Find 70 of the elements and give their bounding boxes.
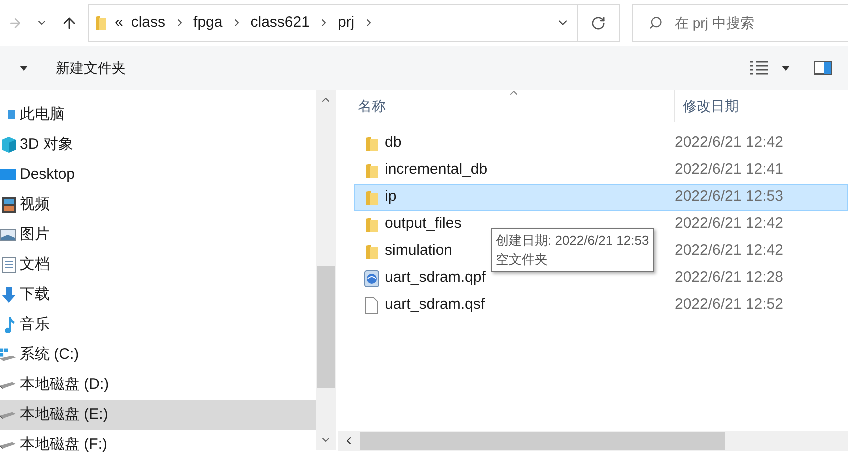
folder-icon bbox=[365, 190, 379, 206]
address-bar[interactable]: « class fpga class621 prj bbox=[88, 4, 620, 42]
modified-date: 2022/6/21 12:42 bbox=[675, 241, 784, 262]
desktop-icon bbox=[0, 168, 16, 182]
picture-icon bbox=[0, 229, 16, 241]
breadcrumb[interactable]: fpga bbox=[194, 12, 223, 34]
file-name: output_files bbox=[385, 214, 462, 234]
sidebar-item[interactable]: 此电脑 bbox=[0, 100, 316, 130]
sidebar-item[interactable]: 音乐 bbox=[0, 310, 316, 340]
search-field[interactable]: 在 prj 中搜索 bbox=[675, 12, 825, 34]
search-box[interactable]: 在 prj 中搜索 bbox=[632, 4, 848, 42]
scrollbar-thumb[interactable] bbox=[317, 266, 335, 388]
vertical-scrollbar[interactable] bbox=[316, 90, 336, 450]
file-name: simulation bbox=[385, 241, 453, 262]
scrollbar-thumb[interactable] bbox=[360, 432, 725, 450]
music-note-icon bbox=[4, 317, 16, 333]
file-name: uart_sdram.qpf bbox=[385, 268, 486, 288]
selected-file-row[interactable]: ip 2022/6/21 12:53 bbox=[354, 184, 848, 211]
folder-icon bbox=[365, 162, 379, 178]
details-view-icon bbox=[750, 61, 768, 75]
download-icon bbox=[2, 287, 16, 303]
drive-icon bbox=[0, 440, 16, 450]
sidebar-item[interactable]: 本地磁盘 (D:) bbox=[0, 370, 316, 400]
modified-date: 2022/6/21 12:42 bbox=[675, 133, 784, 154]
cube-icon bbox=[2, 137, 16, 153]
sidebar-item[interactable]: 图片 bbox=[0, 220, 316, 250]
arrow-right-icon bbox=[8, 16, 22, 30]
modified-date: 2022/6/21 12:41 bbox=[675, 160, 784, 180]
file-name: ip bbox=[385, 187, 397, 208]
file-name: incremental_db bbox=[385, 160, 488, 180]
sidebar-item[interactable]: 系统 (C:) bbox=[0, 340, 316, 370]
refresh-icon bbox=[591, 16, 606, 30]
caret-icon bbox=[782, 66, 790, 70]
column-header[interactable]: 修改日期 bbox=[674, 90, 848, 122]
file-name: db bbox=[385, 133, 402, 154]
tooltip-text: 空文件夹 bbox=[496, 251, 549, 269]
sidebar-item[interactable]: 3D 对象 bbox=[0, 130, 316, 160]
sidebar-item[interactable]: 视频 bbox=[0, 190, 316, 220]
breadcrumb[interactable]: prj bbox=[338, 12, 355, 34]
drive-icon bbox=[0, 410, 16, 420]
file-name: uart_sdram.qsf bbox=[385, 295, 486, 316]
computer-icon bbox=[8, 109, 16, 121]
sidebar-item[interactable]: 文档 bbox=[0, 250, 316, 280]
sidebar-item[interactable]: 下载 bbox=[0, 280, 316, 310]
modified-date: 2022/6/21 12:53 bbox=[675, 187, 784, 208]
sidebar-item[interactable]: 本地磁盘 (F:) bbox=[0, 430, 316, 460]
folder-icon bbox=[365, 216, 379, 232]
search-icon bbox=[649, 16, 663, 30]
film-icon bbox=[2, 197, 16, 213]
new-folder-button[interactable]: 新建文件夹 bbox=[56, 53, 126, 83]
horizontal-scrollbar[interactable] bbox=[338, 431, 848, 451]
column-header[interactable]: 名称 bbox=[354, 90, 674, 122]
sidebar-item[interactable]: Desktop bbox=[0, 160, 316, 190]
breadcrumb[interactable]: class bbox=[131, 12, 166, 34]
breadcrumb[interactable]: « bbox=[115, 12, 124, 34]
preview-pane-icon bbox=[814, 61, 832, 75]
sidebar-item[interactable]: 本地磁盘 (E:) bbox=[0, 400, 316, 430]
folder-icon bbox=[365, 136, 379, 152]
breadcrumb[interactable]: class621 bbox=[250, 12, 310, 34]
modified-date: 2022/6/21 12:42 bbox=[675, 214, 784, 234]
caret-icon bbox=[20, 66, 28, 70]
modified-date: 2022/6/21 12:28 bbox=[675, 268, 784, 288]
tooltip-text: 创建日期: 2022/6/21 12:53 bbox=[496, 232, 650, 250]
project-file-icon bbox=[364, 270, 380, 288]
folder-icon bbox=[95, 15, 107, 31]
folder-icon bbox=[365, 244, 379, 260]
modified-date: 2022/6/21 12:52 bbox=[675, 295, 784, 316]
system-drive-icon bbox=[0, 348, 16, 362]
file-icon bbox=[365, 296, 379, 314]
drive-icon bbox=[0, 380, 16, 390]
